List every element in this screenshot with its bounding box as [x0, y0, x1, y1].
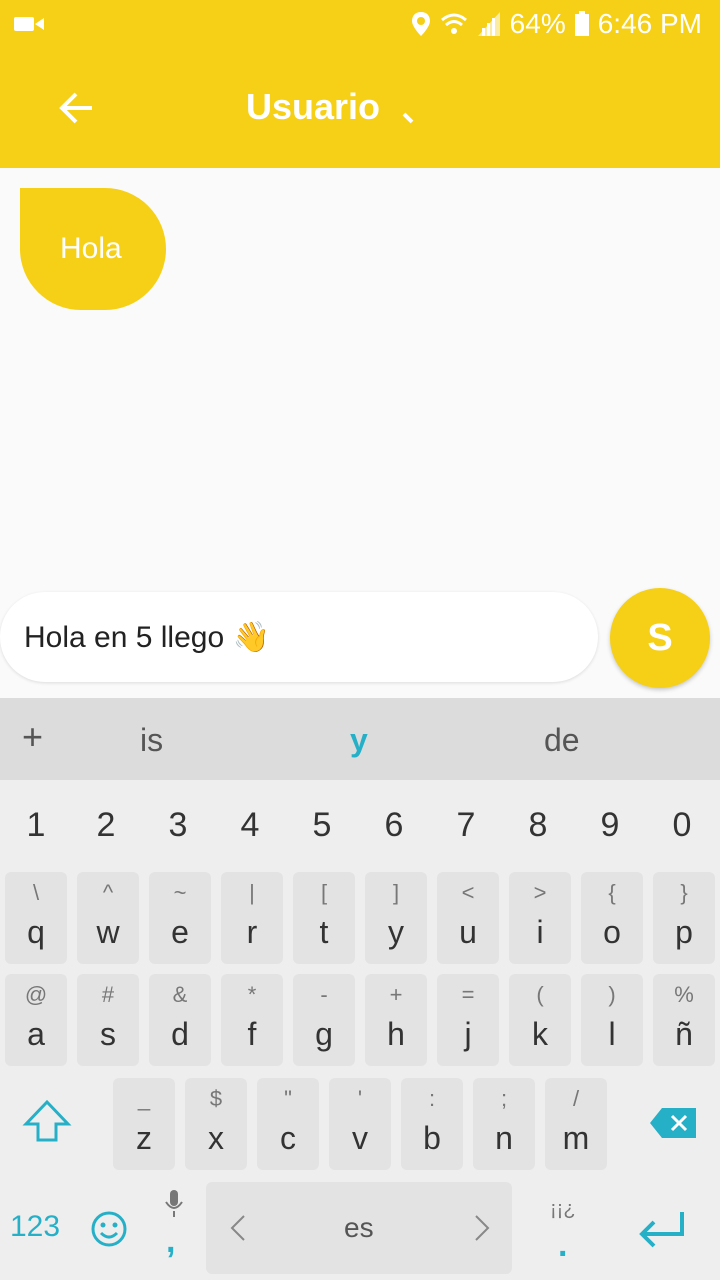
suggestion-center[interactable]: y	[350, 722, 368, 759]
app-bar: Usuario	[0, 48, 720, 168]
key-y[interactable]: ] y	[365, 872, 427, 964]
key-n-tilde[interactable]: % ñ	[653, 974, 715, 1066]
language-label: es	[344, 1212, 374, 1243]
key-3[interactable]: 3	[148, 806, 208, 845]
key-c[interactable]: " c	[257, 1078, 319, 1170]
key-p[interactable]: } p	[653, 872, 715, 964]
shift-icon[interactable]	[22, 1098, 72, 1144]
space-bar[interactable]: es	[206, 1182, 512, 1274]
location-icon	[411, 12, 430, 36]
page-title: Usuario	[246, 86, 381, 127]
key-g[interactable]: -g	[293, 974, 355, 1066]
signal-icon	[477, 12, 500, 36]
message-input[interactable]: Hola en 5 llego 👋	[0, 592, 598, 682]
key-t[interactable]: [t	[293, 872, 355, 964]
key-s[interactable]: # s	[77, 974, 139, 1066]
microphone-icon	[165, 1190, 183, 1217]
key-5[interactable]: 5	[292, 806, 352, 845]
keyboard: + is y de 1 2 3 4 5 6 7 8 9 0 \ q ^ w ~ e |…	[0, 698, 720, 1280]
comma-label: ,	[166, 1222, 176, 1260]
clock: 6:46 PM	[597, 8, 702, 39]
backspace-icon[interactable]	[650, 1108, 696, 1138]
period-key[interactable]: ¡¡¿ .	[540, 1186, 588, 1266]
key-z[interactable]: _ z	[113, 1078, 175, 1170]
back-arrow-icon[interactable]	[56, 88, 96, 128]
plus-icon[interactable]: +	[22, 716, 43, 758]
numbers-toggle-button[interactable]: 123	[10, 1210, 60, 1244]
key-n[interactable]: ; n	[473, 1078, 535, 1170]
key-q[interactable]: \ q	[5, 872, 67, 964]
emoji-icon[interactable]	[90, 1210, 128, 1248]
suggestion-bar: + is y de	[0, 698, 720, 780]
battery-icon	[574, 11, 589, 36]
key-d[interactable]: & d	[149, 974, 211, 1066]
key-r[interactable]: | r	[221, 872, 283, 964]
key-a[interactable]: @ a	[5, 974, 67, 1066]
comma-key[interactable]: ,	[150, 1186, 198, 1266]
message-text: Hola	[60, 232, 122, 265]
key-o[interactable]: {o	[581, 872, 643, 964]
message-bubble: Hola	[20, 188, 166, 310]
suggestion-right[interactable]: de	[544, 722, 580, 759]
wifi-icon	[440, 13, 467, 34]
key-7[interactable]: 7	[436, 806, 496, 845]
key-w[interactable]: ^ w	[77, 872, 139, 964]
message-list: Hola	[0, 168, 720, 588]
suggestion-left[interactable]: is	[140, 722, 163, 759]
key-i[interactable]: > i	[509, 872, 571, 964]
status-bar: 64% 6:46 PM	[0, 0, 720, 48]
key-m[interactable]: / m	[545, 1078, 607, 1170]
key-b[interactable]: :b	[401, 1078, 463, 1170]
status-icons: 64% 6:46 PM	[410, 8, 702, 40]
key-e[interactable]: ~ e	[149, 872, 211, 964]
number-row: 1 2 3 4 5 6 7 8 9 0	[0, 780, 720, 872]
key-9[interactable]: 9	[580, 806, 640, 845]
key-0[interactable]: 0	[652, 806, 712, 845]
key-1[interactable]: 1	[6, 806, 66, 845]
cursor-right-icon[interactable]	[474, 1214, 490, 1242]
cursor-left-icon[interactable]	[230, 1214, 246, 1242]
key-j[interactable]: = j	[437, 974, 499, 1066]
video-camera-icon	[14, 17, 44, 31]
key-8[interactable]: 8	[508, 806, 568, 845]
key-k[interactable]: (k	[509, 974, 571, 1066]
key-u[interactable]: < u	[437, 872, 499, 964]
period-label: .	[558, 1226, 568, 1264]
key-f[interactable]: * f	[221, 974, 283, 1066]
status-mark-icon	[402, 112, 414, 124]
message-input-value: Hola en 5 llego 👋	[24, 621, 270, 654]
key-6[interactable]: 6	[364, 806, 424, 845]
key-v[interactable]: ' v	[329, 1078, 391, 1170]
key-4[interactable]: 4	[220, 806, 280, 845]
battery-percent: 64%	[509, 8, 566, 39]
key-2[interactable]: 2	[76, 806, 136, 845]
send-button[interactable]: S	[610, 588, 710, 688]
key-l[interactable]: ) l	[581, 974, 643, 1066]
key-x[interactable]: $ x	[185, 1078, 247, 1170]
punctuation-label: ¡¡¿	[550, 1198, 576, 1220]
enter-icon[interactable]	[636, 1208, 688, 1250]
key-h[interactable]: + h	[365, 974, 427, 1066]
